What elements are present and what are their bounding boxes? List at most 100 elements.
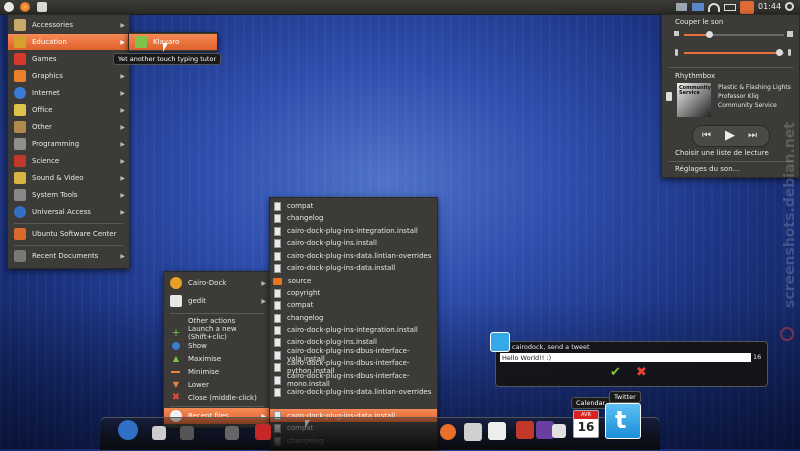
recent-file-item[interactable]: cairo-dock-plug-ins-data.lintian-overrid… <box>270 386 437 398</box>
dock-app-icon[interactable] <box>255 424 271 440</box>
maximise-icon: ▲ <box>172 353 180 363</box>
menu-item-programming[interactable]: Programming ▶ <box>8 136 129 152</box>
dock-app-icon[interactable] <box>225 426 239 440</box>
calendar-month: AVR <box>574 411 598 419</box>
gedit-icon <box>170 295 182 307</box>
track-title: Plastic & Flashing Lights <box>718 84 791 91</box>
recent-file-item[interactable]: copyright <box>270 287 437 299</box>
recent-file-item[interactable]: cairo-dock-plug-ins.install <box>270 237 437 249</box>
sound-settings[interactable]: Réglages du son... <box>675 165 739 173</box>
twitter-dock-icon[interactable]: t <box>605 403 641 439</box>
tweet-dialog: cairodock, send a tweet 16 ✔ ✖ <box>490 332 768 387</box>
speaker-high-icon <box>787 31 793 37</box>
mail-envelope-icon[interactable] <box>692 3 704 11</box>
launch-new-item[interactable]: + Launch a new (Shift+clic) <box>164 325 270 341</box>
minimise-icon <box>170 366 182 378</box>
player-name[interactable]: Rhythmbox <box>675 72 715 80</box>
recent-file-item[interactable]: changelog <box>270 312 437 324</box>
dock-app-icon[interactable] <box>488 422 506 440</box>
menu-item-sound-video[interactable]: Sound & Video ▶ <box>8 170 129 186</box>
cancel-tweet-button[interactable]: ✖ <box>636 366 650 380</box>
menu-item-accessories[interactable]: Accessories ▶ <box>8 17 129 33</box>
recent-file-item[interactable]: cairo-dock-plug-ins-data.install <box>270 262 437 274</box>
recent-file-item[interactable]: compat <box>270 200 437 212</box>
track-album: Community Service <box>718 102 777 109</box>
firefox-launcher-icon[interactable] <box>20 2 30 12</box>
recent-folder-item[interactable]: source <box>270 275 437 287</box>
recent-file-item[interactable]: cairo-dock-plug-ins-integration.install <box>270 225 437 237</box>
minimise-item[interactable]: Minimise <box>164 365 270 378</box>
menu-item-internet[interactable]: Internet ▶ <box>8 85 129 101</box>
file-icon <box>274 251 281 261</box>
menu-item-software-center[interactable]: Ubuntu Software Center <box>8 226 129 242</box>
mute-toggle[interactable]: Couper le son <box>675 18 723 26</box>
universal-access-dock-icon[interactable] <box>118 420 138 440</box>
volume-icon[interactable] <box>740 1 754 14</box>
file-icon <box>274 325 281 335</box>
ubuntu-logo-icon[interactable] <box>4 2 14 12</box>
menu-item-games[interactable]: Games▶ <box>8 51 129 67</box>
microphone-high-icon <box>788 49 791 56</box>
network-icon[interactable] <box>708 3 720 12</box>
menu-separator <box>668 161 793 162</box>
plus-icon: + <box>171 325 181 339</box>
chevron-right-icon: ▶ <box>120 89 125 97</box>
klavaro-tooltip: Yet another touch typing tutor <box>113 53 222 65</box>
send-tweet-button[interactable]: ✔ <box>610 366 624 380</box>
file-icon <box>274 375 281 385</box>
player-app-icon <box>666 92 672 101</box>
maximise-item[interactable]: ▲ Maximise <box>164 352 270 365</box>
play-icon[interactable]: ▶ <box>725 128 735 143</box>
menu-item-graphics[interactable]: Graphics ▶ <box>8 68 129 84</box>
dock-app-icon[interactable] <box>552 424 566 438</box>
next-icon[interactable]: ⏭ <box>748 130 757 141</box>
volume-slider[interactable] <box>684 31 784 38</box>
tweet-char-counter: 16 <box>753 353 762 361</box>
clock[interactable]: 01:44 <box>758 2 781 11</box>
menu-item-education[interactable]: Education ▶ <box>8 34 129 50</box>
close-item[interactable]: ✖ Close (middle-click) <box>164 391 270 404</box>
menu-item-klavaro[interactable]: Klavaro <box>129 34 217 50</box>
power-icon[interactable] <box>785 2 794 11</box>
other-icon <box>14 121 26 133</box>
recent-file-item[interactable]: compat <box>270 299 437 311</box>
menu-item-recent-documents[interactable]: Recent Documents ▶ <box>8 248 129 264</box>
dock-app-icon[interactable] <box>464 423 482 441</box>
menu-item-other[interactable]: Other ▶ <box>8 119 129 135</box>
accessories-icon <box>14 19 26 31</box>
files-launcher-icon[interactable] <box>37 2 47 12</box>
chevron-right-icon: ▶ <box>120 157 125 165</box>
show-item[interactable]: Show <box>164 339 270 352</box>
microphone-icon <box>675 49 678 56</box>
previous-icon[interactable]: ⏮ <box>702 130 711 141</box>
menu-item-cairo-dock[interactable]: Cairo-Dock ▶ <box>164 275 270 291</box>
track-artist: Professor Kliq <box>718 93 759 100</box>
menu-item-office[interactable]: Office ▶ <box>8 102 129 118</box>
office-icon <box>14 104 26 116</box>
volume-slider-knob[interactable] <box>705 31 713 38</box>
menu-item-universal-access[interactable]: Universal Access ▶ <box>8 204 129 220</box>
recent-file-item[interactable]: cairo-dock-plug-ins-data.lintian-overrid… <box>270 250 437 262</box>
recent-file-item[interactable]: changelog <box>270 212 437 224</box>
menu-item-science[interactable]: Science ▶ <box>8 153 129 169</box>
dock-app-icon[interactable] <box>440 424 456 440</box>
microphone-slider-knob[interactable] <box>775 49 783 56</box>
mail-icon[interactable] <box>676 3 687 11</box>
menu-item-system-tools[interactable]: System Tools ▶ <box>8 187 129 203</box>
calendar-dock-icon[interactable]: AVR 16 <box>573 410 599 438</box>
menu-item-gedit[interactable]: gedit ▶ <box>164 293 270 309</box>
dock-app-icon[interactable] <box>152 426 166 440</box>
lower-item[interactable]: ▼ Lower <box>164 378 270 391</box>
microphone-slider[interactable] <box>684 49 784 56</box>
battery-icon[interactable] <box>724 4 736 11</box>
recent-file-item[interactable]: cairo-dock-plug-ins-dbus-interface-mono.… <box>270 372 437 388</box>
dock-app-icon[interactable] <box>516 421 534 439</box>
tweet-input[interactable] <box>500 353 751 362</box>
file-icon <box>274 300 281 310</box>
dock-app-icon[interactable] <box>180 426 194 440</box>
recent-file-item[interactable]: cairo-dock-plug-ins-integration.install <box>270 324 437 336</box>
choose-playlist[interactable]: Choisir une liste de lecture <box>675 149 769 157</box>
file-icon <box>274 387 281 397</box>
menu-separator <box>14 223 123 224</box>
menu-separator <box>14 245 123 246</box>
